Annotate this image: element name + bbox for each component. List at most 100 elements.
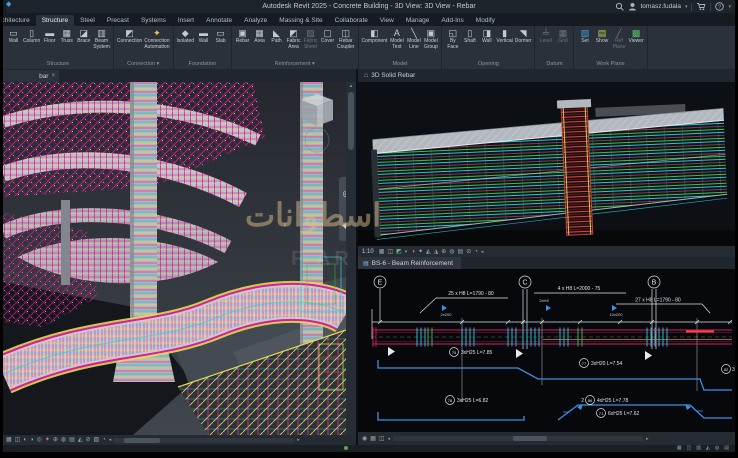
3d-lock-icon[interactable]: ▤	[69, 436, 75, 444]
cart-icon[interactable]	[696, 2, 706, 11]
scale-icon[interactable]: ▦	[6, 436, 12, 444]
visual-style-icon[interactable]: ◐	[23, 436, 27, 444]
temporary-hide-icon[interactable]: ◭	[78, 436, 83, 444]
constraints-icon[interactable]: ◔	[102, 436, 106, 444]
fabric-area-button[interactable]: ◩Fabric Area	[286, 28, 301, 50]
tab-modify[interactable]: Modify	[470, 15, 501, 26]
scrollbar-thumb[interactable]	[348, 92, 354, 150]
sun-path-icon[interactable]: ◑	[30, 436, 34, 444]
detail-level-icon[interactable]: ▦	[379, 248, 385, 256]
set-button[interactable]: ▧Set	[577, 28, 592, 45]
ref-plane-button[interactable]: ╱Ref Plane	[611, 28, 626, 50]
constraints-icon[interactable]: ⊘	[466, 248, 471, 256]
left-3d-canvas[interactable]	[3, 82, 346, 435]
analysis-icon[interactable]: ◔	[474, 248, 478, 256]
render-icon[interactable]: ✦	[45, 436, 50, 444]
floor-button[interactable]: ▬Floor	[42, 28, 57, 45]
tab-precast[interactable]: Precast	[101, 15, 135, 26]
connection-button[interactable]: ◩Connection	[117, 28, 142, 45]
design-options-icon[interactable]: ◫	[687, 445, 692, 452]
reveal-hidden-icon[interactable]: ◍	[449, 248, 454, 256]
view-scale[interactable]: 1:10	[362, 249, 374, 255]
beam-system-button[interactable]: ▥Beam System	[93, 28, 110, 50]
hscroll-left-icon[interactable]: ◂	[481, 249, 484, 255]
shadows-icon[interactable]: ◐	[405, 248, 409, 256]
crop-view-icon[interactable]: ✦	[418, 248, 423, 256]
scroll-up-icon[interactable]: ▴	[346, 82, 356, 90]
left-horizontal-scrollbar[interactable]	[114, 438, 294, 443]
user-caret-icon[interactable]: ▾	[685, 4, 688, 10]
tab-manage[interactable]: Manage	[400, 15, 436, 26]
shaft-button[interactable]: ▯Shaft	[462, 28, 477, 45]
fabric-sheet-button[interactable]: ▨Fabric Sheet	[303, 28, 318, 50]
tab-insert[interactable]: Insert	[172, 15, 200, 26]
sun-path-icon[interactable]: ◩	[396, 248, 402, 256]
detail-level-icon[interactable]: ◫	[15, 436, 21, 444]
crop-region-icon[interactable]: ◍	[61, 436, 66, 444]
isolated-button[interactable]: ◆Isolated	[177, 28, 195, 45]
reveal-hidden-icon[interactable]: ◉	[362, 435, 367, 443]
right-top-tab-label[interactable]: 3D Solid Rebar	[371, 72, 415, 79]
user-avatar-icon[interactable]	[628, 2, 637, 11]
path-button[interactable]: ◣Path	[269, 28, 284, 45]
slab-button[interactable]: ▭Slab	[213, 28, 228, 45]
tab-architecture[interactable]: Architecture	[3, 15, 36, 26]
tab-systems[interactable]: Systems	[135, 15, 172, 26]
vertical-button[interactable]: ▮Vertical	[496, 28, 512, 45]
right-3d-canvas[interactable]	[358, 82, 735, 246]
section-view-tab[interactable]: ▤ BS-6 - Beam Reinforcement	[358, 257, 461, 269]
worksharing-display-icon[interactable]: ▧	[93, 436, 99, 444]
hscroll-left-icon[interactable]: ◂	[109, 437, 112, 443]
crop-view-icon[interactable]: ⊕	[53, 436, 58, 444]
section-horizontal-scrollbar[interactable]	[393, 436, 643, 441]
grid-button[interactable]: ▦Grid	[555, 28, 570, 45]
tab-view[interactable]: View	[374, 15, 400, 26]
cover-button[interactable]: ▢Cover	[320, 28, 335, 45]
search-icon[interactable]	[615, 2, 624, 11]
area-button[interactable]: ▦Area	[252, 28, 267, 45]
wall-opening-button[interactable]: ◨Wall	[479, 28, 494, 45]
rebar-coupler-button[interactable]: ◫Rebar Coupler	[337, 28, 355, 50]
tab-structure[interactable]: Structure	[36, 15, 74, 26]
reveal-hidden-icon[interactable]: ⊘	[85, 436, 90, 444]
viewer-button[interactable]: ▩Viewer	[628, 28, 643, 45]
tab-collaborate[interactable]: Collaborate	[329, 15, 374, 26]
rebar-button[interactable]: ▣Rebar	[235, 28, 250, 45]
scrollbar-thumb[interactable]	[124, 438, 160, 443]
filter-icon[interactable]: ▤	[724, 445, 729, 452]
exclude-options-icon[interactable]: ◭	[706, 445, 710, 452]
home-icon[interactable]: ⌂	[364, 72, 368, 79]
wall-foundation-button[interactable]: ▬Wall	[196, 28, 211, 45]
3d-lock-icon[interactable]: ◮	[434, 248, 439, 256]
shadows-icon[interactable]: ◎	[37, 436, 42, 444]
worksets-icon[interactable]: ▦	[677, 445, 682, 452]
section-drawing-canvas[interactable]: E C B 25 x H8 L=1790 - 80 4 x H8 L=2000 …	[358, 269, 735, 432]
tab-steel[interactable]: Steel	[74, 15, 101, 26]
hscroll-left-icon[interactable]: ◂	[388, 436, 391, 442]
level-button[interactable]: ╧Level	[538, 28, 553, 45]
by-face-button[interactable]: ◱By Face	[445, 28, 460, 50]
tab-analyze[interactable]: Analyze	[238, 15, 273, 26]
username[interactable]: tomasz.fudala	[641, 3, 681, 10]
visual-style-icon[interactable]: ◫	[379, 435, 385, 443]
left-view-tab[interactable]: bar ×	[3, 70, 59, 82]
tab-add-ins[interactable]: Add-Ins	[435, 15, 469, 26]
help-caret-icon[interactable]: ▾	[728, 4, 731, 10]
close-icon[interactable]: ×	[51, 73, 55, 79]
crop-region-icon[interactable]: ◭	[426, 248, 431, 256]
editable-only-icon[interactable]: ▧	[696, 445, 701, 452]
hscroll-right-icon[interactable]: ▸	[297, 437, 300, 443]
model-line-button[interactable]: ╲Model Line	[406, 28, 421, 50]
show-button[interactable]: ▤Show	[594, 28, 609, 45]
component-button[interactable]: ◧Component	[362, 28, 388, 45]
column-button[interactable]: ▯Column	[23, 28, 40, 45]
model-text-button[interactable]: AModel Text	[389, 28, 404, 50]
brace-button[interactable]: ◪Brace	[76, 28, 91, 45]
dormer-button[interactable]: ◥Dormer	[515, 28, 532, 45]
render-icon[interactable]: ◑	[411, 248, 415, 256]
connection-automation-button[interactable]: ✦Connection Automation	[144, 28, 169, 50]
visual-style-icon[interactable]: ◫	[387, 248, 393, 256]
detail-level-icon[interactable]: ▦	[370, 435, 376, 443]
hscroll-right-icon[interactable]: ▸	[646, 436, 649, 442]
truss-button[interactable]: ▦Truss	[59, 28, 74, 45]
